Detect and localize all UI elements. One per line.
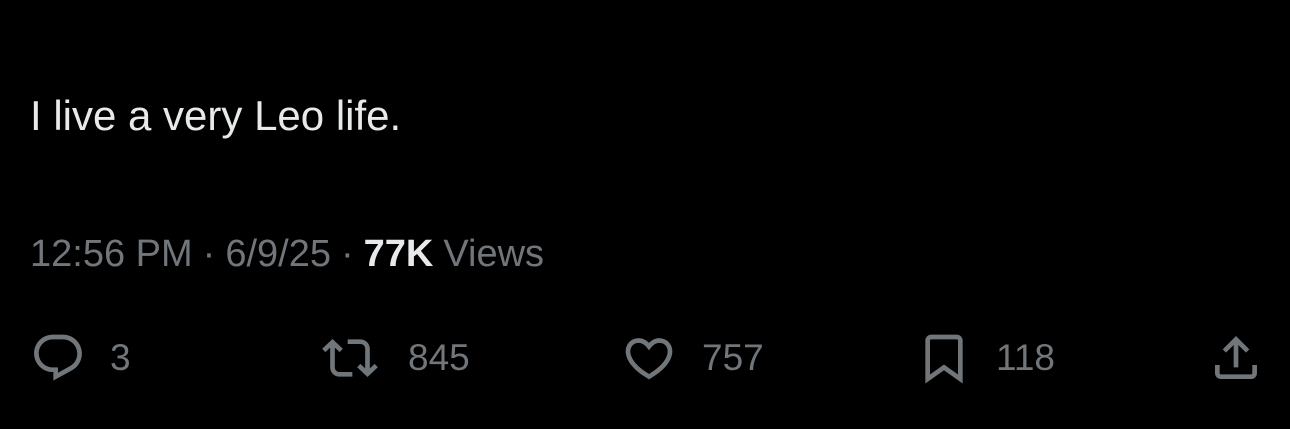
reply-count: 3 xyxy=(110,337,131,378)
tweet-text: I live a very Leo life. xyxy=(30,92,402,139)
retweet-icon xyxy=(316,330,384,386)
tweet-time[interactable]: 12:56 PM xyxy=(30,228,193,280)
bookmark-count: 118 xyxy=(996,337,1055,378)
tweet-date[interactable]: 6/9/25 xyxy=(225,228,331,280)
share-icon xyxy=(1208,330,1264,386)
bookmark-button[interactable]: 118 xyxy=(916,330,1055,386)
reply-button[interactable]: 3 xyxy=(30,330,131,386)
retweet-button[interactable]: 845 xyxy=(316,330,470,386)
like-count: 757 xyxy=(702,337,764,378)
views-count: 77K xyxy=(363,233,434,275)
tweet-detail: I live a very Leo life. 12:56 PM · 6/9/2… xyxy=(0,0,1290,429)
separator-dot: · xyxy=(202,233,216,275)
retweet-count: 845 xyxy=(408,337,470,378)
reply-icon xyxy=(30,330,86,386)
separator-dot: · xyxy=(340,233,354,275)
like-button[interactable]: 757 xyxy=(620,330,764,386)
bookmark-icon xyxy=(916,330,972,386)
heart-icon xyxy=(620,330,678,386)
tweet-metadata: 12:56 PM · 6/9/25 · 77K Views xyxy=(30,228,544,280)
share-button[interactable] xyxy=(1208,330,1264,386)
views-label: Views xyxy=(443,233,545,275)
